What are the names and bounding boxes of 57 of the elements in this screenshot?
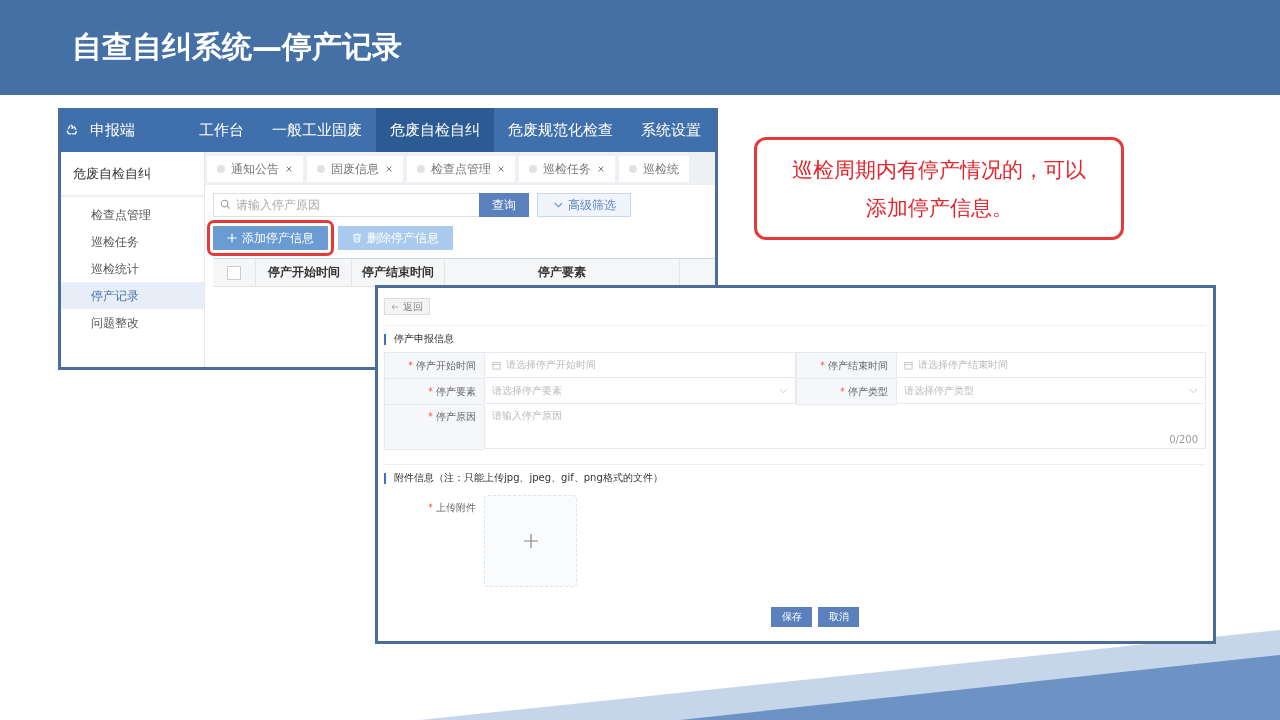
calendar-icon [492,360,501,370]
search-button[interactable]: 查询 [479,193,529,217]
page-tab[interactable]: 通知公告 [207,156,303,182]
nav-menu-item[interactable]: 工作台 [185,108,258,152]
arrow-left-icon [391,303,399,310]
sidebar-item[interactable]: 巡检统计 [61,255,204,282]
advanced-filter-button[interactable]: 高级筛选 [537,193,631,217]
sidebar-item[interactable]: 问题整改 [61,309,204,336]
plus-icon [227,233,237,243]
column-header: 停产开始时间 [255,259,351,286]
page-tab[interactable]: 巡检任务 [519,156,615,182]
status-dot-icon [217,165,225,173]
plus-icon [523,534,538,548]
character-counter: 0/200 [1169,434,1198,445]
field-label: 上传附件 [436,502,476,513]
close-icon[interactable] [497,165,505,173]
sidebar-item[interactable]: 巡检任务 [61,228,204,255]
field-label: 停产结束时间 [828,360,888,371]
field-label: 停产要素 [436,386,476,397]
status-dot-icon [417,165,425,173]
search-field[interactable]: 请输入停产原因 [213,193,479,217]
status-dot-icon [529,165,537,173]
section-title: 附件信息（注：只能上传jpg、jpeg、gif、png格式的文件） [394,471,663,485]
field-label: 停产原因 [436,411,476,422]
section-title: 停产申报信息 [394,332,454,346]
sidebar-item[interactable]: 检查点管理 [61,201,204,228]
close-icon[interactable] [385,165,393,173]
search-icon [220,199,231,210]
back-button[interactable]: 返回 [384,298,430,315]
slide-title: 自查自纠系统—停产记录 [72,28,402,66]
nav-menu-item[interactable]: 危废自检自纠 [376,108,494,152]
cancel-button[interactable]: 取消 [818,607,859,627]
callout-text: 添加停产信息。 [865,194,1013,222]
sidebar-title: 危废自检自纠 [61,152,204,197]
page-tab[interactable]: 巡检统 [619,156,689,182]
chevron-down-icon [1189,388,1198,394]
select-all-checkbox[interactable] [227,265,241,280]
chevron-down-icon [554,202,563,208]
app-name: 申报端 [90,120,136,140]
field-label: 停产开始时间 [416,360,476,371]
calendar-icon [904,360,913,370]
chevron-down-icon [779,388,788,394]
status-dot-icon [317,165,325,173]
callout-text: 巡检周期内有停产情况的，可以 [792,156,1086,184]
status-dot-icon [629,165,637,173]
sidebar-item[interactable]: 停产记录 [61,282,204,309]
close-icon[interactable] [597,165,605,173]
close-icon[interactable] [285,165,293,173]
nav-menu-item[interactable]: 危废规范化检查 [494,108,627,152]
nav-menu-item[interactable]: 一般工业固废 [258,108,376,152]
nav-menu-item[interactable]: 系统设置 [627,108,715,152]
textarea-field[interactable]: 请输入停产原因 0/200 [484,405,1206,449]
page-tab[interactable]: 检查点管理 [407,156,515,182]
page-tab[interactable]: 固废信息 [307,156,403,182]
field-label: 停产类型 [848,386,888,397]
save-button[interactable]: 保存 [771,607,812,627]
trash-icon [352,233,362,243]
